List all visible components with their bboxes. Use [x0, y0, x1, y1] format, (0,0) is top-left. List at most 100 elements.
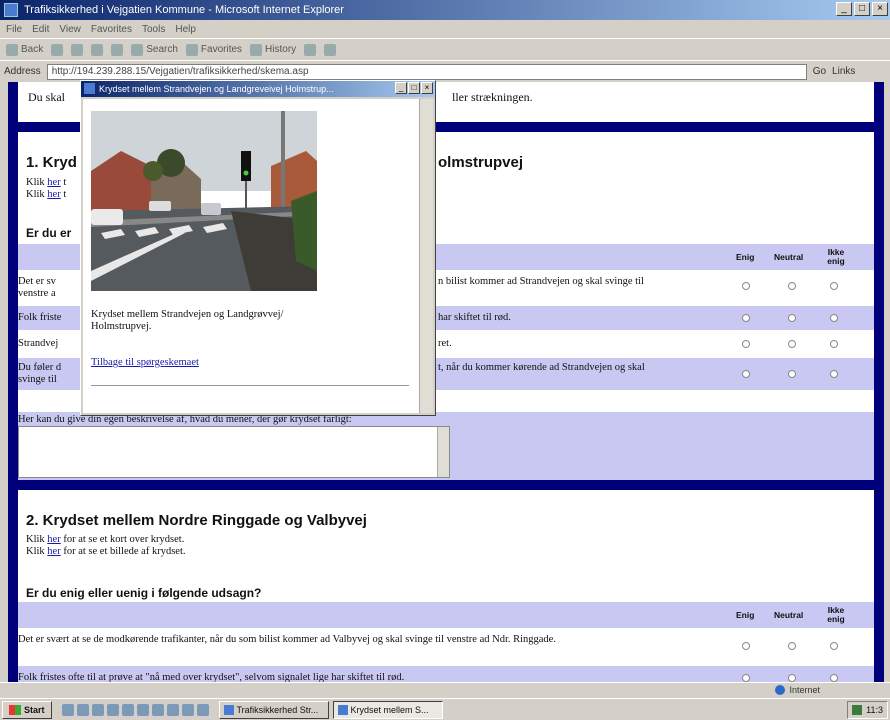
- clock: 11:3: [866, 705, 883, 715]
- window-title: Trafiksikkerhed i Vejgatien Kommune - Mi…: [24, 4, 344, 16]
- tray-icon[interactable]: [852, 705, 863, 715]
- radio-neutral[interactable]: [788, 340, 796, 348]
- menu-bar: File Edit View Favorites Tools Help: [0, 20, 890, 38]
- map-link-1[interactable]: her: [47, 177, 60, 188]
- search-icon: [131, 43, 144, 56]
- taskbar-item-popup[interactable]: Krydset mellem S...: [332, 700, 443, 719]
- radio-agree[interactable]: [742, 370, 750, 378]
- radio-agree[interactable]: [742, 642, 750, 650]
- section-1-question: Er du er: [26, 226, 72, 240]
- taskbar-item-main-window[interactable]: Trafiksikkerhed Str...: [218, 700, 329, 719]
- favorites-button[interactable]: Favorites: [185, 43, 242, 56]
- windows-logo-icon: [9, 704, 21, 715]
- header-agree: Enig: [736, 252, 755, 262]
- maximize-button[interactable]: □: [854, 2, 870, 16]
- go-button[interactable]: Go: [813, 66, 826, 77]
- quick-launch-icon[interactable]: [61, 703, 74, 716]
- radio-disagree[interactable]: [830, 282, 838, 290]
- quick-launch-icon[interactable]: [76, 703, 89, 716]
- quick-launch-icon[interactable]: [106, 703, 119, 716]
- textarea-scrollbar[interactable]: [437, 427, 449, 477]
- history-button[interactable]: History: [250, 43, 296, 56]
- history-icon: [250, 43, 263, 56]
- system-tray: 11:3: [847, 701, 888, 719]
- popup-minimize-button[interactable]: _: [395, 82, 407, 94]
- section-2-links: Klik her for at se et kort over krydset.…: [26, 534, 186, 557]
- quick-launch-icon[interactable]: [121, 703, 134, 716]
- ie-icon: [4, 3, 18, 17]
- radio-agree[interactable]: [742, 674, 750, 682]
- quick-launch-icon[interactable]: [151, 703, 164, 716]
- stop-button[interactable]: [71, 43, 84, 56]
- home-icon: [111, 43, 124, 56]
- photo-link-2[interactable]: her: [47, 546, 60, 557]
- menu-view[interactable]: View: [59, 24, 81, 35]
- forward-arrow-icon: [51, 43, 64, 56]
- ie-icon: [337, 704, 348, 715]
- radio-disagree[interactable]: [830, 340, 838, 348]
- quick-launch: [61, 703, 209, 716]
- radio-disagree[interactable]: [830, 314, 838, 322]
- radio-agree[interactable]: [742, 340, 750, 348]
- security-zone: Internet: [775, 685, 820, 695]
- popup-divider: [91, 385, 409, 386]
- menu-tools[interactable]: Tools: [142, 24, 165, 35]
- comment-area: Her kan du give din egen beskrivelse af,…: [18, 412, 874, 480]
- photo-link-1[interactable]: her: [47, 189, 60, 200]
- status-bar: Internet: [0, 682, 890, 698]
- radio-neutral[interactable]: [788, 314, 796, 322]
- minimize-button[interactable]: _: [836, 2, 852, 16]
- radio-agree[interactable]: [742, 282, 750, 290]
- star-icon: [185, 43, 198, 56]
- start-button[interactable]: Start: [2, 700, 52, 719]
- popup-close-button[interactable]: ×: [421, 82, 433, 94]
- popup-body: Krydset mellem Strandvejen og Landgrøvve…: [83, 99, 421, 413]
- quick-launch-icon[interactable]: [136, 703, 149, 716]
- ie-icon: [223, 704, 234, 715]
- zone-label: Internet: [789, 685, 820, 695]
- address-input[interactable]: http://194.239.288.15/Vejgatien/trafiksi…: [46, 63, 807, 80]
- refresh-button[interactable]: [91, 43, 104, 56]
- mail-button[interactable]: [304, 43, 317, 56]
- comment-textarea[interactable]: [18, 426, 450, 478]
- section-1-links: Klik her t Klik her t: [26, 177, 67, 200]
- radio-neutral[interactable]: [788, 674, 796, 682]
- back-to-survey-link[interactable]: Tilbage til spørgeskemaet: [91, 357, 199, 368]
- quick-launch-icon[interactable]: [166, 703, 179, 716]
- header-neutral: Neutral: [774, 252, 804, 262]
- back-button[interactable]: Back: [6, 43, 43, 56]
- radio-disagree[interactable]: [830, 370, 838, 378]
- links-button[interactable]: Links: [832, 66, 855, 77]
- stop-icon: [71, 43, 84, 56]
- close-button[interactable]: ×: [872, 2, 888, 16]
- radio-neutral[interactable]: [788, 282, 796, 290]
- menu-edit[interactable]: Edit: [32, 24, 49, 35]
- popup-scrollbar[interactable]: [419, 99, 433, 413]
- print-button[interactable]: [324, 43, 337, 56]
- intro-text-start: Du skal: [28, 90, 65, 104]
- back-arrow-icon: [6, 43, 18, 56]
- quick-launch-icon[interactable]: [91, 703, 104, 716]
- radio-agree[interactable]: [742, 314, 750, 322]
- section-1-title: 1. Kryd: [26, 154, 77, 171]
- menu-help[interactable]: Help: [175, 24, 196, 35]
- radio-neutral[interactable]: [788, 642, 796, 650]
- intersection-photo: [91, 111, 317, 291]
- popup-maximize-button[interactable]: □: [408, 82, 420, 94]
- radio-neutral[interactable]: [788, 370, 796, 378]
- home-button[interactable]: [111, 43, 124, 56]
- map-link-2[interactable]: her: [47, 534, 60, 545]
- table-row: Det er svært at se de modkørende trafika…: [18, 630, 874, 662]
- quick-launch-icon[interactable]: [181, 703, 194, 716]
- intro-text-end: ller strækningen.: [452, 90, 533, 104]
- header-neutral: Neutral: [774, 610, 804, 620]
- menu-favorites[interactable]: Favorites: [91, 24, 132, 35]
- section-2-table-header: Enig Neutral Ikke enig: [18, 602, 874, 628]
- address-bar: Address http://194.239.288.15/Vejgatien/…: [0, 60, 890, 82]
- radio-disagree[interactable]: [830, 674, 838, 682]
- quick-launch-icon[interactable]: [196, 703, 209, 716]
- search-button[interactable]: Search: [131, 43, 178, 56]
- radio-disagree[interactable]: [830, 642, 838, 650]
- forward-button[interactable]: [51, 43, 64, 56]
- menu-file[interactable]: File: [6, 24, 22, 35]
